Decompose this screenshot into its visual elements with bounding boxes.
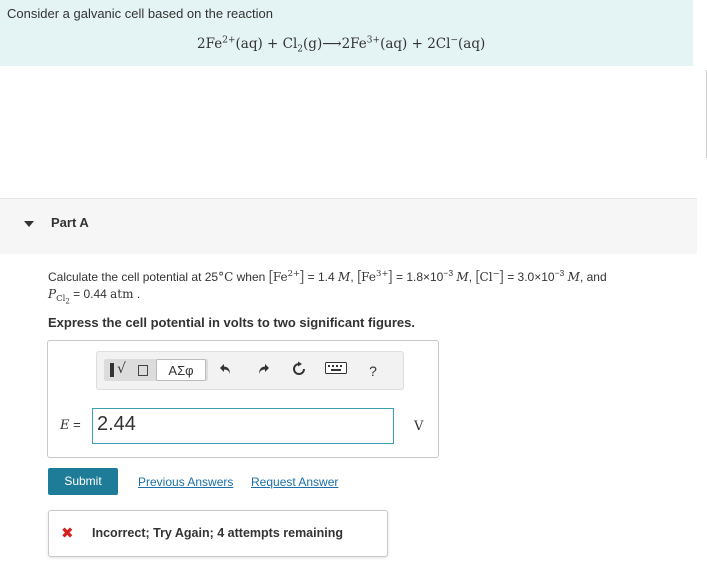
question-text: , and (579, 270, 607, 284)
pressure-subscript-cl: Cl (56, 294, 66, 305)
reset-icon[interactable] (289, 361, 309, 381)
redo-icon[interactable] (253, 361, 273, 381)
question-line-1: Calculate the cell potential at 25°C whe… (48, 268, 607, 285)
reaction-phase: (aq) (235, 36, 263, 52)
pressure-label: P (48, 287, 57, 301)
molar-unit: M (456, 270, 469, 284)
submit-button[interactable]: Submit (48, 468, 118, 495)
feedback-message: Incorrect; Try Again; 4 attempts remaini… (92, 526, 343, 540)
cl-value: = 3.0×10 (503, 270, 555, 284)
collapse-caret-icon[interactable] (24, 221, 34, 227)
math-toolbar: √ ΑΣφ ? (96, 351, 404, 390)
cl-charge: − (492, 269, 500, 279)
question-text: when (233, 270, 269, 284)
part-a-header[interactable]: Part A (0, 198, 697, 254)
reaction-phase: (aq) (380, 36, 408, 52)
equals-sign: = (69, 417, 81, 432)
cl-label: Cl (479, 270, 493, 284)
reaction-plus: + (407, 36, 428, 52)
fe2-value: = 1.4 (304, 270, 339, 284)
reaction-arrow: ⟶ (322, 36, 342, 52)
feedback-box: ✖ Incorrect; Try Again; 4 attempts remai… (48, 510, 388, 557)
reaction-phase: (aq) (458, 36, 486, 52)
help-button[interactable]: ? (363, 361, 383, 381)
reaction-term: 2Cl (427, 36, 451, 52)
undo-icon[interactable] (216, 361, 236, 381)
sqrt-icon[interactable]: √ (117, 361, 126, 377)
fe2-label: Fe (272, 270, 288, 284)
answer-input[interactable]: 2.44 (92, 408, 394, 444)
reaction-term: Cl (282, 36, 298, 52)
templates-button[interactable] (110, 363, 114, 377)
reaction-plus: + (262, 36, 283, 52)
answer-variable-label: E = (60, 417, 81, 433)
molar-unit: M (338, 270, 351, 284)
pressure-value: = 0.44 (69, 287, 111, 301)
cl-exponent: −3 (554, 268, 565, 278)
reaction-term: 2Fe (197, 36, 223, 52)
part-title: Part A (51, 215, 89, 230)
variable-e: E (60, 418, 70, 433)
reaction-equation: 2Fe2+(aq) + Cl2(g)⟶2Fe3+(aq) + 2Cl−(aq) (197, 35, 486, 54)
molar-unit: M (567, 270, 580, 284)
reaction-charge: 2+ (222, 35, 236, 46)
fe3-charge: 3+ (375, 269, 389, 279)
fe2-charge: 2+ (287, 269, 301, 279)
fe3-value: = 1.8×10 (392, 270, 444, 284)
fe3-label: Fe (361, 270, 376, 284)
keyboard-icon[interactable] (323, 361, 349, 381)
request-answer-link[interactable]: Request Answer (251, 475, 338, 489)
answer-box: √ ΑΣφ ? E = 2.44 V (47, 340, 439, 458)
reaction-term: 2Fe (341, 36, 367, 52)
question-text: Calculate the cell potential at 25 (48, 270, 219, 284)
fe3-exponent: −3 (443, 268, 454, 278)
reaction-charge: − (450, 35, 459, 46)
answer-unit: V (414, 419, 424, 434)
intro-prompt: Consider a galvanic cell based on the re… (7, 6, 273, 21)
separator: , (350, 270, 357, 284)
greek-symbols-button[interactable]: ΑΣφ (156, 359, 206, 381)
template-group: √ ΑΣφ (104, 359, 208, 381)
previous-answers-link[interactable]: Previous Answers (138, 475, 233, 489)
period: . (133, 287, 141, 301)
pressure-subscript: Cl2 (56, 294, 70, 305)
error-x-icon: ✖ (61, 525, 74, 542)
celsius-unit: C (224, 270, 234, 284)
atm-unit: atm (110, 287, 134, 301)
intro-panel: Consider a galvanic cell based on the re… (0, 0, 693, 66)
question-line-2: PCl2 = 0.44 atm . (48, 287, 141, 306)
sqrt-box-icon (138, 365, 148, 376)
reaction-phase: (g) (303, 36, 323, 52)
instruction-text: Express the cell potential in volts to t… (48, 315, 415, 330)
reaction-charge: 3+ (366, 35, 381, 46)
